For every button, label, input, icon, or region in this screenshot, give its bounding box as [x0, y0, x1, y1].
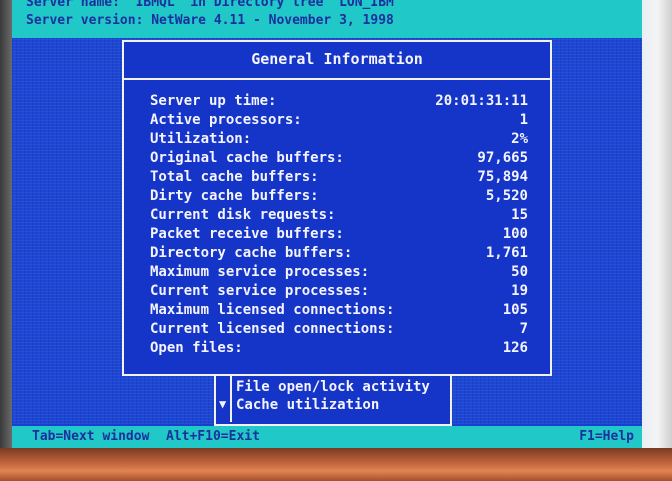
- key-help-status-bar: Tab=Next window Alt+F10=Exit F1=Help: [12, 426, 642, 448]
- monitor-bezel-bottom: [0, 448, 672, 481]
- stat-label: Maximum licensed connections:: [150, 302, 395, 318]
- server-name-line: Server name: 'IBMQL' in Directory tree '…: [26, 0, 402, 10]
- stat-value: 50: [511, 264, 528, 280]
- stat-row-packet-receive-buffers: Packet receive buffers: 100: [150, 225, 528, 244]
- stat-label: Current service processes:: [150, 283, 370, 299]
- stat-value: 1,761: [485, 245, 528, 261]
- stat-value: 100: [502, 226, 528, 242]
- stat-row-utilization: Utilization: 2%: [150, 130, 528, 149]
- stat-row-dirty-cache-buffers: Dirty cache buffers: 5,520: [150, 187, 528, 206]
- stat-label: Maximum service processes:: [150, 264, 370, 280]
- stat-row-directory-cache-buffers: Directory cache buffers: 1,761: [150, 244, 528, 263]
- available-options-menu[interactable]: ▼ File open/lock activity Cache utilizat…: [214, 376, 452, 426]
- stat-value: 20:01:31:11: [435, 93, 528, 109]
- stat-label: Original cache buffers:: [150, 150, 344, 166]
- window-title: General Information: [251, 50, 423, 68]
- stat-row-original-cache-buffers: Original cache buffers: 97,665: [150, 149, 528, 168]
- stat-label: Utilization:: [150, 131, 252, 147]
- tab-next-window-hint: Tab=Next window: [32, 429, 150, 444]
- stat-value: 2%: [511, 131, 528, 147]
- stat-value: 75,894: [477, 169, 528, 185]
- menu-inner-border: [230, 376, 232, 422]
- stat-row-current-disk-requests: Current disk requests: 15: [150, 206, 528, 225]
- stat-value: 7: [519, 321, 528, 337]
- menu-item-file-open-lock-activity[interactable]: File open/lock activity: [236, 379, 430, 395]
- menu-item-cache-utilization[interactable]: Cache utilization: [236, 397, 379, 413]
- stat-row-open-files: Open files: 126: [150, 339, 528, 358]
- stat-value: 5,520: [485, 188, 528, 204]
- stat-label: Server up time:: [150, 93, 277, 109]
- help-hint: F1=Help: [579, 429, 634, 444]
- general-information-window[interactable]: General Information Server up time: 20:0…: [122, 40, 560, 384]
- title-divider: [124, 78, 550, 80]
- stat-label: Current licensed connections:: [150, 321, 395, 337]
- stat-label: Open files:: [150, 340, 243, 356]
- stat-value: 97,665: [477, 150, 528, 166]
- stats-list: Server up time: 20:01:31:11 Active proce…: [150, 92, 528, 358]
- server-info-header: Server name: 'IBMQL' in Directory tree '…: [12, 0, 642, 38]
- monitor-bezel-right: [640, 0, 672, 481]
- stat-value: 1: [519, 112, 528, 128]
- stat-row-server-up-time: Server up time: 20:01:31:11: [150, 92, 528, 111]
- stat-label: Total cache buffers:: [150, 169, 319, 185]
- stat-label: Active processors:: [150, 112, 302, 128]
- stat-value: 105: [502, 302, 528, 318]
- stat-row-active-processors: Active processors: 1: [150, 111, 528, 130]
- monitor-bezel-left: [0, 0, 12, 448]
- stat-value: 15: [511, 207, 528, 223]
- stat-value: 19: [511, 283, 528, 299]
- stat-label: Packet receive buffers:: [150, 226, 344, 242]
- exit-hint: Alt+F10=Exit: [166, 429, 260, 444]
- stat-label: Dirty cache buffers:: [150, 188, 319, 204]
- stat-label: Current disk requests:: [150, 207, 336, 223]
- stat-row-current-licensed-connections: Current licensed connections: 7: [150, 320, 528, 339]
- stat-row-maximum-licensed-connections: Maximum licensed connections: 105: [150, 301, 528, 320]
- stat-row-maximum-service-processes: Maximum service processes: 50: [150, 263, 528, 282]
- monitor-screen: Server name: 'IBMQL' in Directory tree '…: [12, 0, 642, 448]
- stat-label: Directory cache buffers:: [150, 245, 353, 261]
- scroll-down-arrow-icon[interactable]: ▼: [219, 397, 226, 411]
- server-version-line: Server version: NetWare 4.11 - November …: [26, 13, 394, 28]
- stat-row-current-service-processes: Current service processes: 19: [150, 282, 528, 301]
- stat-value: 126: [502, 340, 528, 356]
- stat-row-total-cache-buffers: Total cache buffers: 75,894: [150, 168, 528, 187]
